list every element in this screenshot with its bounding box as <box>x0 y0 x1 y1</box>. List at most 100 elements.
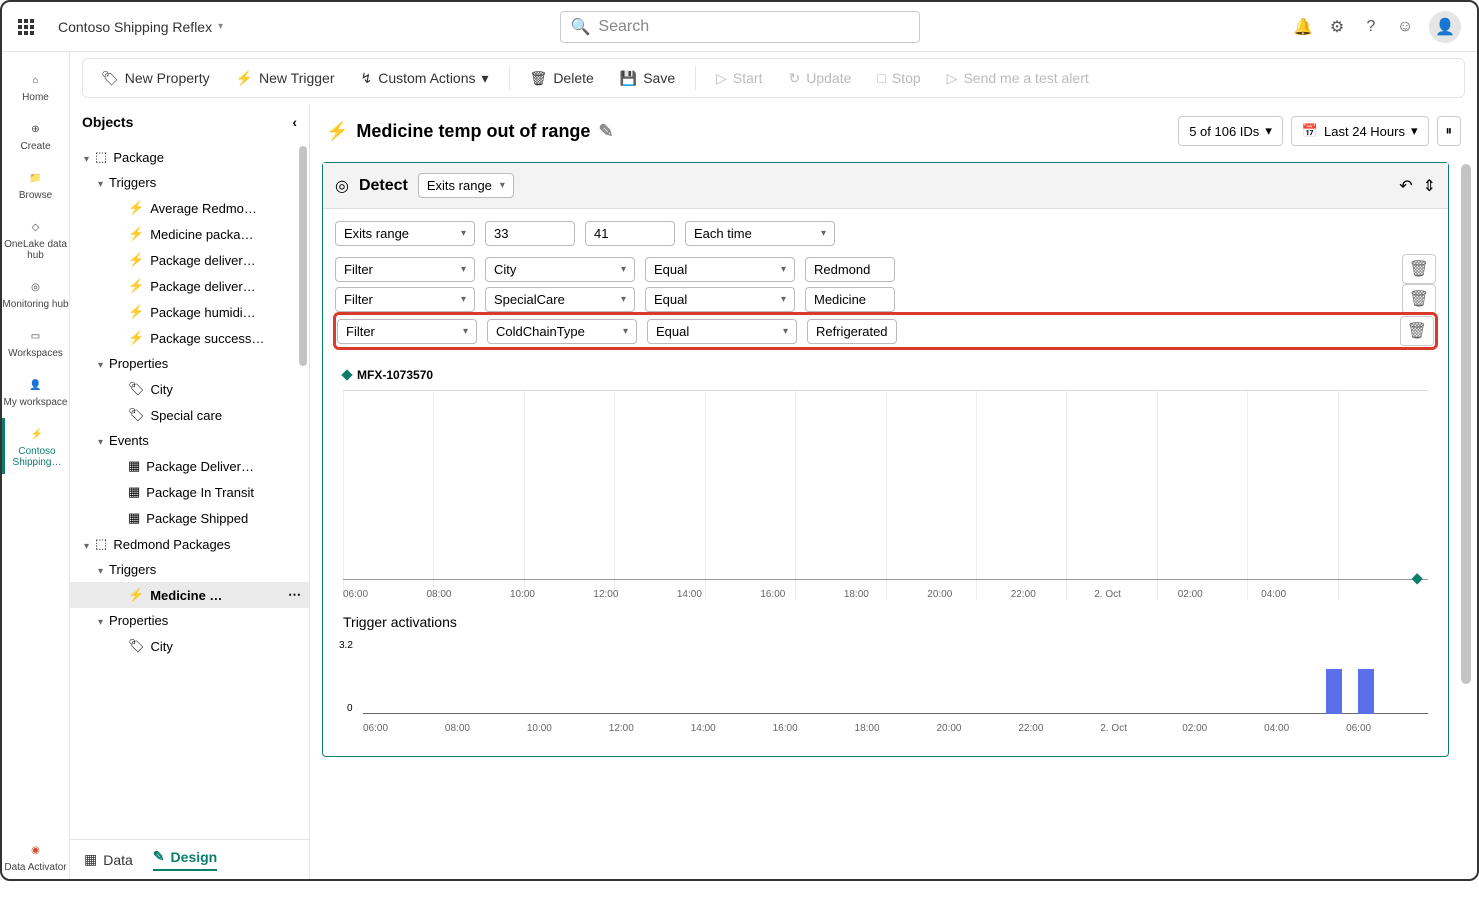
chevron-down-icon <box>98 562 103 577</box>
range-max-field[interactable]: 41 <box>585 221 675 246</box>
filter-field-dropdown[interactable]: ColdChainType <box>487 319 637 344</box>
cube-icon: ⬚ <box>95 149 107 165</box>
tree-scrollbar[interactable] <box>299 146 307 666</box>
custom-actions-button[interactable]: ↯ Custom Actions ▾ <box>351 64 499 93</box>
tree-node[interactable]: ⚡ Medicine packa… <box>70 221 309 247</box>
tree-label: Package Deliver… <box>146 459 301 474</box>
help-icon[interactable]: ? <box>1361 17 1381 37</box>
filter-row: Filter SpecialCare Equal Medicine 🗑 <box>335 284 1436 314</box>
save-button[interactable]: 💾 Save <box>610 64 685 93</box>
tree-label: Medicine … <box>150 588 282 603</box>
tree-node[interactable]: ⬚Package <box>70 144 309 170</box>
delete-filter-button[interactable]: 🗑 <box>1402 254 1436 284</box>
app-title[interactable]: Contoso Shipping Reflex ▾ <box>58 19 223 35</box>
rail-data-activator[interactable]: ◉Data Activator <box>2 834 69 879</box>
range-when-dropdown[interactable]: Each time <box>685 221 835 246</box>
undo-icon[interactable]: ↶ <box>1399 176 1412 196</box>
filter-field-dropdown[interactable]: SpecialCare <box>485 287 635 312</box>
rail-onelake[interactable]: ◇OneLake data hub <box>2 211 69 267</box>
rail-monitoring[interactable]: ◎Monitoring hub <box>2 271 69 316</box>
start-button[interactable]: ▷ Start <box>706 64 772 93</box>
delete-filter-button[interactable]: 🗑 <box>1400 316 1434 346</box>
notification-icon[interactable]: 🔔 <box>1293 17 1313 37</box>
filter-field-dropdown[interactable]: City <box>485 257 635 282</box>
tree-node[interactable]: 🏷City <box>70 376 309 402</box>
tree-node[interactable]: 🏷Special care <box>70 402 309 428</box>
bolt-icon: ⚡ <box>128 278 144 294</box>
tree-node[interactable]: ▦Package Deliver… <box>70 453 309 479</box>
tree-node[interactable]: ⬚Redmond Packages <box>70 531 309 557</box>
new-trigger-button[interactable]: ⚡ New Trigger <box>226 64 345 93</box>
tree-node[interactable]: Events <box>70 428 309 453</box>
tree-label: Triggers <box>109 562 301 577</box>
collapse-panel-icon[interactable]: ‹ <box>292 114 297 130</box>
chevron-down-icon <box>98 175 103 190</box>
search-input[interactable]: 🔍 Search <box>560 11 920 43</box>
tree-node[interactable]: ⚡Package success… <box>70 325 309 351</box>
tree-label: Special care <box>151 408 301 423</box>
tree-node[interactable]: ▦Package Shipped <box>70 505 309 531</box>
filter-value-field[interactable]: Refrigerated <box>807 319 897 344</box>
update-button[interactable]: ↻ Update <box>779 64 862 93</box>
chevron-down-icon <box>98 613 103 628</box>
bolt-icon: ⚡ <box>128 226 144 242</box>
tree-node[interactable]: ⚡Medicine …⋯ <box>70 582 309 608</box>
feedback-icon[interactable]: ☺ <box>1395 17 1415 37</box>
rail-create[interactable]: ⊕Create <box>2 113 69 158</box>
expand-icon[interactable]: ⇕ <box>1423 176 1436 196</box>
bolt-filled-icon: ⚡ <box>128 587 144 603</box>
chevron-down-icon: ▾ <box>218 21 223 32</box>
condition-range-row: Exits range 33 41 Each time <box>335 221 1436 246</box>
filter-op-dropdown[interactable]: Equal <box>645 287 795 312</box>
tree-node[interactable]: Properties <box>70 351 309 376</box>
tree-node[interactable]: 🏷City <box>70 633 309 659</box>
rail-browse[interactable]: 📁Browse <box>2 162 69 207</box>
delete-filter-button[interactable]: 🗑 <box>1402 284 1436 314</box>
tree-node[interactable]: Properties <box>70 608 309 633</box>
filter-op-dropdown[interactable]: Equal <box>645 257 795 282</box>
ids-dropdown[interactable]: 5 of 106 IDs ▾ <box>1178 116 1283 146</box>
time-range-dropdown[interactable]: 📅 Last 24 Hours ▾ <box>1291 116 1429 146</box>
tab-design[interactable]: ✎ Design <box>153 848 217 871</box>
filter-type-dropdown[interactable]: Filter <box>337 319 477 344</box>
avatar[interactable]: 👤 <box>1429 11 1461 43</box>
filter-value-field[interactable]: Medicine <box>805 287 895 312</box>
filter-type-dropdown[interactable]: Filter <box>335 287 475 312</box>
canvas-scrollbar[interactable] <box>1461 164 1471 924</box>
edit-title-icon[interactable]: ✎ <box>598 121 613 142</box>
tree-node[interactable]: Triggers <box>70 170 309 195</box>
legend-id: MFX-1073570 <box>357 368 433 382</box>
tree-node[interactable]: ⚡Average Redmo… <box>70 195 309 221</box>
tree-label: Properties <box>109 613 301 628</box>
tree-node[interactable]: ⚡Package humidi… <box>70 299 309 325</box>
tab-data[interactable]: ▦ Data <box>84 851 133 868</box>
tag-icon: 🏷 <box>128 638 145 654</box>
grid-icon: ▦ <box>128 484 140 500</box>
rail-workspaces[interactable]: ▭Workspaces <box>2 320 69 365</box>
stop-button[interactable]: □ Stop <box>867 64 930 92</box>
delete-button[interactable]: 🗑 Delete <box>520 64 604 93</box>
rail-contoso-shipping[interactable]: ⚡Contoso Shipping… <box>2 418 69 474</box>
bolt-icon: ⚡ <box>128 252 144 268</box>
test-alert-button[interactable]: ▷ Send me a test alert <box>937 64 1099 93</box>
waffle-icon[interactable] <box>18 19 34 35</box>
tree-node[interactable]: ⚡Package deliver… <box>70 247 309 273</box>
new-property-button[interactable]: 🏷 New Property <box>91 64 220 93</box>
filter-op-dropdown[interactable]: Equal <box>647 319 797 344</box>
range-min-field[interactable]: 33 <box>485 221 575 246</box>
range-type-dropdown[interactable]: Exits range <box>335 221 475 246</box>
cube-icon: ⬚ <box>95 536 107 552</box>
filter-type-dropdown[interactable]: Filter <box>335 257 475 282</box>
detect-mode-dropdown[interactable]: Exits range <box>418 173 514 198</box>
rail-my-workspace[interactable]: 👤My workspace <box>2 369 69 414</box>
pause-button[interactable]: ⏸ <box>1437 116 1462 146</box>
left-rail: ⌂Home ⊕Create 📁Browse ◇OneLake data hub … <box>2 52 70 879</box>
settings-icon[interactable]: ⚙ <box>1327 17 1347 37</box>
tree-label: Medicine packa… <box>150 227 301 242</box>
tree-node[interactable]: Triggers <box>70 557 309 582</box>
filter-value-field[interactable]: Redmond <box>805 257 895 282</box>
rail-home[interactable]: ⌂Home <box>2 64 69 109</box>
grid-icon: ▦ <box>128 510 140 526</box>
tree-node[interactable]: ⚡Package deliver… <box>70 273 309 299</box>
tree-node[interactable]: ▦Package In Transit <box>70 479 309 505</box>
